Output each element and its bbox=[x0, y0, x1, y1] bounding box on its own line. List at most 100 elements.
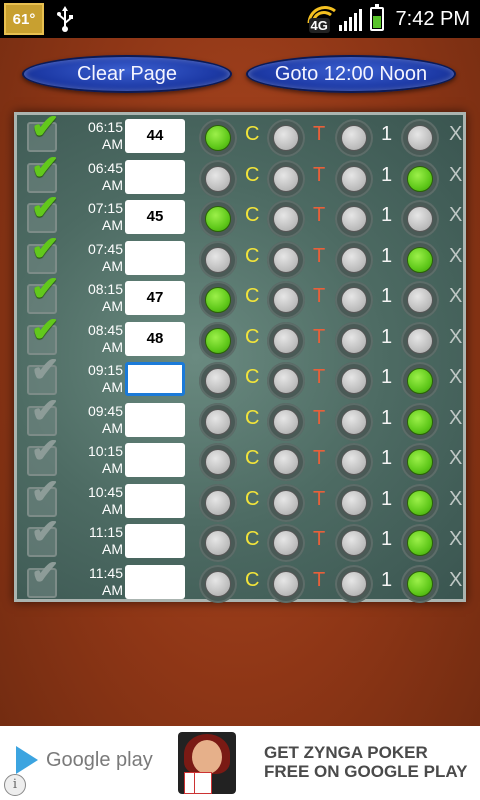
radio-one[interactable] bbox=[335, 402, 373, 441]
row-number-input[interactable] bbox=[125, 564, 185, 599]
radio-t[interactable] bbox=[267, 240, 305, 279]
row-checkbox[interactable]: ✔ bbox=[27, 556, 60, 598]
row-number-input[interactable]: 47 bbox=[125, 281, 185, 315]
row-time: 11:45 AM bbox=[77, 565, 123, 599]
radio-t[interactable] bbox=[267, 159, 305, 198]
row-checkbox[interactable]: ✔ bbox=[27, 272, 60, 314]
row-number-input[interactable] bbox=[125, 159, 185, 194]
radio-x[interactable] bbox=[401, 321, 439, 360]
radio-dot-icon bbox=[205, 287, 231, 313]
radio-one[interactable] bbox=[335, 443, 373, 481]
row-number-input[interactable] bbox=[125, 483, 185, 518]
radio-t[interactable] bbox=[267, 321, 305, 360]
row-number-input[interactable] bbox=[125, 240, 185, 275]
radio-t[interactable] bbox=[267, 200, 305, 238]
clear-page-button[interactable]: Clear Page bbox=[22, 55, 232, 93]
radio-one[interactable] bbox=[335, 362, 373, 400]
row-checkbox[interactable]: ✔ bbox=[27, 191, 60, 233]
radio-x[interactable] bbox=[401, 443, 439, 481]
radio-t[interactable] bbox=[267, 119, 305, 157]
radio-t[interactable] bbox=[267, 483, 305, 522]
row-checkbox[interactable]: ✔ bbox=[27, 313, 60, 355]
radio-c[interactable] bbox=[199, 564, 237, 603]
radio-c[interactable] bbox=[199, 119, 237, 157]
radio-t[interactable] bbox=[267, 564, 305, 603]
row-time: 10:45 AM bbox=[77, 484, 123, 518]
radio-t[interactable] bbox=[267, 402, 305, 441]
radio-x[interactable] bbox=[401, 200, 439, 238]
row-checkbox[interactable]: ✔ bbox=[27, 475, 60, 517]
option-label-c: C bbox=[245, 123, 260, 145]
radio-dot-icon bbox=[341, 489, 367, 516]
row-number-input[interactable]: 45 bbox=[125, 200, 185, 234]
row-number-input[interactable]: 48 bbox=[125, 321, 185, 356]
radio-one[interactable] bbox=[335, 119, 373, 157]
radio-x[interactable] bbox=[401, 524, 439, 562]
radio-x[interactable] bbox=[401, 362, 439, 400]
radio-c[interactable] bbox=[199, 402, 237, 441]
radio-x[interactable] bbox=[401, 281, 439, 319]
row-checkbox[interactable]: ✔ bbox=[27, 110, 60, 152]
option-label-t: T bbox=[313, 123, 326, 145]
radio-t[interactable] bbox=[267, 362, 305, 400]
radio-c[interactable] bbox=[199, 159, 237, 198]
row-checkbox[interactable]: ✔ bbox=[27, 394, 60, 436]
radio-dot-icon bbox=[407, 206, 433, 232]
radio-c[interactable] bbox=[199, 524, 237, 562]
radio-one[interactable] bbox=[335, 281, 373, 319]
radio-one[interactable] bbox=[335, 321, 373, 360]
row-checkbox[interactable]: ✔ bbox=[27, 151, 60, 193]
radio-x[interactable] bbox=[401, 159, 439, 198]
radio-one[interactable] bbox=[335, 200, 373, 238]
row-checkbox[interactable]: ✔ bbox=[27, 353, 60, 395]
radio-one[interactable] bbox=[335, 483, 373, 522]
radio-c[interactable] bbox=[199, 483, 237, 522]
radio-x[interactable] bbox=[401, 240, 439, 279]
row-number-input[interactable] bbox=[125, 362, 185, 396]
radio-t[interactable] bbox=[267, 281, 305, 319]
radio-x[interactable] bbox=[401, 119, 439, 157]
row-time: 06:15 AM bbox=[77, 119, 123, 153]
option-label-one: 1 bbox=[381, 325, 393, 348]
time-value: 09:15 bbox=[87, 362, 123, 378]
row-number-input[interactable] bbox=[125, 402, 185, 437]
radio-dot-icon bbox=[407, 489, 433, 516]
radio-c[interactable] bbox=[199, 443, 237, 481]
row-time: 07:45 AM bbox=[77, 241, 123, 275]
info-icon[interactable]: i bbox=[4, 774, 26, 796]
row-checkbox[interactable]: ✔ bbox=[27, 434, 60, 476]
schedule-row: ✔ 10:15 AM C T 1 X bbox=[17, 434, 463, 481]
radio-c[interactable] bbox=[199, 240, 237, 279]
ad-banner[interactable]: Google play GET ZYNGA POKER FREE ON GOOG… bbox=[0, 726, 480, 800]
radio-c[interactable] bbox=[199, 321, 237, 360]
radio-t[interactable] bbox=[267, 524, 305, 562]
radio-c[interactable] bbox=[199, 200, 237, 238]
radio-x[interactable] bbox=[401, 483, 439, 522]
radio-x[interactable] bbox=[401, 564, 439, 603]
radio-one[interactable] bbox=[335, 564, 373, 603]
radio-c[interactable] bbox=[199, 281, 237, 319]
option-label-c: C bbox=[245, 163, 260, 186]
radio-one[interactable] bbox=[335, 159, 373, 198]
radio-dot-icon bbox=[205, 368, 231, 394]
row-number-input[interactable]: 44 bbox=[125, 119, 185, 153]
google-play-label: Google play bbox=[46, 748, 153, 771]
row-checkbox[interactable]: ✔ bbox=[27, 232, 60, 274]
radio-one[interactable] bbox=[335, 524, 373, 562]
row-number-input[interactable] bbox=[125, 443, 185, 477]
row-checkbox[interactable]: ✔ bbox=[27, 515, 60, 557]
time-period: AM bbox=[102, 217, 123, 233]
radio-one[interactable] bbox=[335, 240, 373, 279]
radio-dot-icon bbox=[273, 489, 299, 516]
goto-noon-button[interactable]: Goto 12:00 Noon bbox=[246, 55, 456, 93]
checkmark-icon: ✔ bbox=[31, 310, 60, 349]
option-label-x: X bbox=[449, 528, 463, 550]
radio-dot-icon bbox=[205, 408, 231, 435]
row-number-input[interactable] bbox=[125, 524, 185, 558]
checkmark-icon: ✔ bbox=[31, 229, 60, 268]
google-play-logo: Google play bbox=[16, 746, 153, 774]
option-label-c: C bbox=[245, 487, 260, 510]
radio-c[interactable] bbox=[199, 362, 237, 400]
radio-x[interactable] bbox=[401, 402, 439, 441]
radio-t[interactable] bbox=[267, 443, 305, 481]
